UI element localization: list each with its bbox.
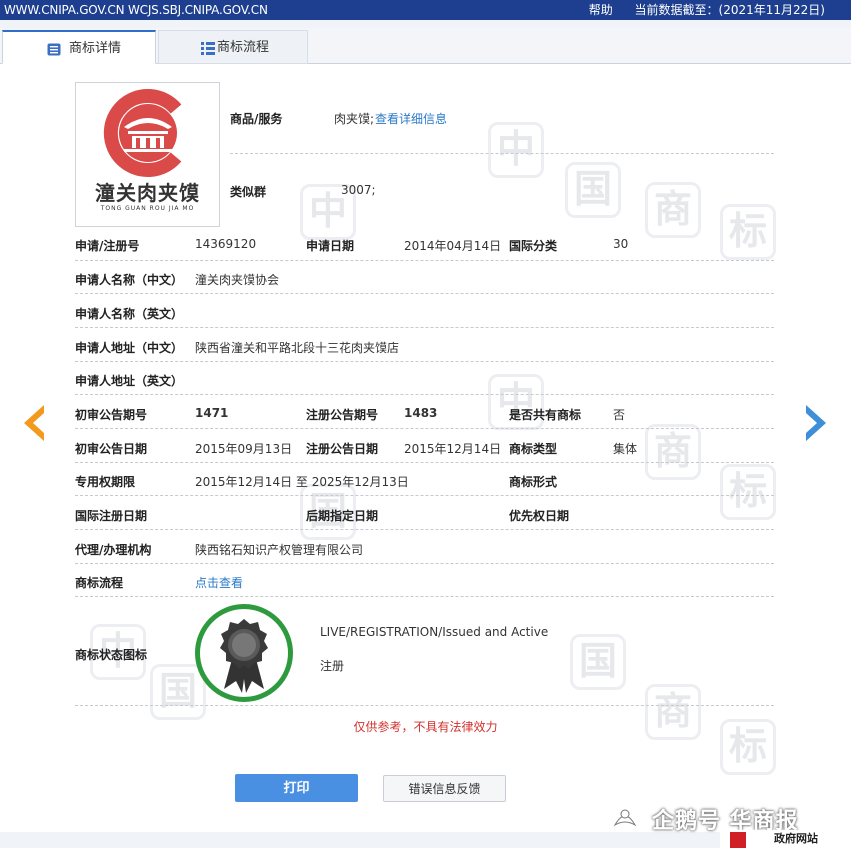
- agent-label: 代理/办理机构: [75, 543, 152, 557]
- divider: [75, 394, 774, 395]
- address-en-label: 申请人地址（英文）: [75, 374, 184, 388]
- goods-label: 商品/服务: [230, 112, 283, 126]
- type-label: 商标类型: [509, 442, 558, 456]
- prelim-date-label: 初审公告日期: [75, 442, 148, 456]
- divider: [75, 293, 774, 294]
- print-button[interactable]: 打印: [235, 774, 358, 802]
- logo-text: 潼关肉夹馍: [95, 181, 200, 205]
- applicant-en-label: 申请人名称（英文）: [75, 307, 184, 321]
- flow-view-link[interactable]: 点击查看: [195, 574, 243, 591]
- goods-detail-link[interactable]: 查看详细信息: [375, 110, 447, 127]
- app-date-label: 申请日期: [306, 239, 355, 253]
- status-icon-label: 商标状态图标: [75, 648, 148, 662]
- reg-pub-date-label: 注册公告日期: [306, 442, 379, 456]
- shared-label: 是否共有商标: [509, 408, 582, 422]
- prelim-date-value: 2015年09月13日: [195, 442, 293, 456]
- watermark-glyph: 标: [720, 464, 776, 520]
- address-cn-label: 申请人地址（中文）: [75, 341, 184, 355]
- divider: [75, 428, 774, 429]
- watermark-glyph: 标: [720, 204, 776, 260]
- app-date-value: 2014年04月14日: [404, 239, 502, 253]
- divider: [75, 462, 774, 463]
- intl-reg-date-label: 国际注册日期: [75, 509, 148, 523]
- divider: [75, 529, 774, 530]
- divider: [75, 596, 774, 597]
- divider: [75, 705, 774, 706]
- status-en: LIVE/REGISTRATION/Issued and Active: [320, 625, 549, 639]
- divider: [75, 361, 774, 362]
- reg-pub-no-value: 1483: [404, 406, 438, 420]
- watermark-glyph: 商: [645, 182, 701, 238]
- form-label: 商标形式: [509, 475, 558, 489]
- disclaimer-text: 仅供参考，不具有法律效力: [353, 720, 498, 734]
- tab-bar: 商标详情 商标流程: [0, 28, 851, 64]
- gov-emblem-icon: [730, 832, 746, 848]
- applicant-cn-value: 潼关肉夹馍协会: [195, 273, 280, 287]
- prelim-no-value: 1471: [195, 406, 229, 420]
- reg-pub-no-label: 注册公告期号: [306, 408, 379, 422]
- watermark-glyph: 国: [150, 664, 206, 720]
- divider: [75, 495, 774, 496]
- shared-value: 否: [613, 408, 626, 422]
- feedback-button[interactable]: 错误信息反馈: [383, 775, 506, 802]
- agent-value: 陕西铭石知识产权管理有限公司: [195, 543, 364, 557]
- watermark-glyph: 中: [488, 122, 544, 178]
- divider: [230, 153, 774, 154]
- gov-site-text: 政府网站: [774, 832, 818, 845]
- later-date-label: 后期指定日期: [306, 509, 379, 523]
- top-bar: WWW.CNIPA.GOV.CN WCJS.SBJ.CNIPA.GOV.CN 帮…: [0, 0, 851, 20]
- data-date: 当前数据截至：(2021年11月22日): [634, 3, 825, 17]
- tab-label: 商标流程: [217, 40, 270, 55]
- penguin-icon: [613, 809, 637, 827]
- document-list-icon: [47, 43, 61, 56]
- watermark-glyph: 商: [645, 424, 701, 480]
- gov-site-badge: 政府网站: [720, 830, 851, 848]
- watermark-glyph: 国: [570, 634, 626, 690]
- address-cn-value: 陕西省潼关和平路北段十三花肉夹馍店: [195, 341, 400, 355]
- prev-arrow-icon[interactable]: [20, 403, 48, 443]
- goods-value: 肉夹馍;: [334, 112, 375, 126]
- similar-group-label: 类似群: [230, 185, 267, 199]
- reg-no-value: 14369120: [195, 237, 257, 251]
- tab-label: 商标详情: [69, 41, 122, 56]
- similar-group-value: 3007;: [341, 183, 376, 197]
- tab-trademark-flow[interactable]: 商标流程: [158, 30, 308, 64]
- prelim-no-label: 初审公告期号: [75, 408, 148, 422]
- watermark-glyph: 国: [565, 162, 621, 218]
- flow-label: 商标流程: [75, 576, 124, 590]
- trademark-logo-icon: [103, 89, 182, 177]
- type-value: 集体: [613, 442, 638, 456]
- tab-trademark-detail[interactable]: 商标详情: [2, 30, 156, 64]
- status-cn: 注册: [320, 659, 345, 673]
- divider: [75, 260, 774, 261]
- list-icon: [201, 42, 215, 55]
- term-label: 专用权期限: [75, 475, 136, 489]
- reg-no-label: 申请/注册号: [75, 239, 140, 253]
- reg-pub-date-value: 2015年12月14日: [404, 442, 502, 456]
- intl-class-label: 国际分类: [509, 239, 558, 253]
- detail-panel: 中 国 商 标 中 中 商 标 国 中 国 国 商 标 潼关肉夹馍 TONG G…: [0, 64, 851, 832]
- intl-class-value: 30: [613, 237, 629, 251]
- divider: [75, 563, 774, 564]
- status-badge: [195, 604, 293, 702]
- logo-subtext: TONG GUAN ROU JIA MO: [100, 205, 195, 212]
- next-arrow-icon[interactable]: [802, 403, 830, 443]
- help-link[interactable]: 帮助: [589, 3, 613, 17]
- trademark-image: 潼关肉夹馍 TONG GUAN ROU JIA MO: [75, 82, 220, 227]
- ribbon-award-icon: [220, 619, 268, 693]
- site-url: WWW.CNIPA.GOV.CN WCJS.SBJ.CNIPA.GOV.CN: [4, 3, 268, 17]
- priority-date-label: 优先权日期: [509, 509, 570, 523]
- term-value: 2015年12月14日 至 2025年12月13日: [195, 475, 409, 489]
- divider: [75, 327, 774, 328]
- applicant-cn-label: 申请人名称（中文）: [75, 273, 184, 287]
